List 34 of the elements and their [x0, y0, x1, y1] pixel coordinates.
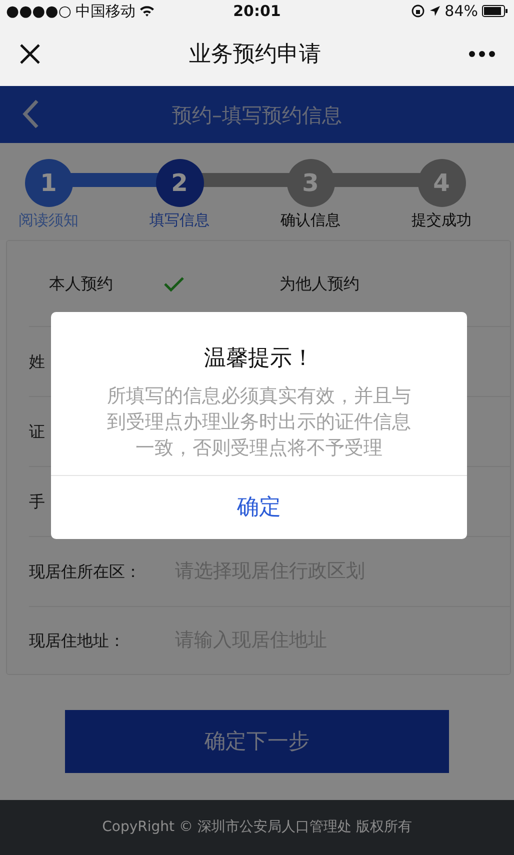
step-label: 填写信息 [150, 210, 210, 231]
dialog-message: 所填写的信息必须真实有效，并且与到受理点办理业务时出示的证件信息一致，否则受理点将不予受理 [106, 384, 412, 461]
close-icon[interactable] [18, 42, 42, 66]
clock-time: 20:01 [233, 2, 281, 20]
step-label: 确认信息 [280, 210, 340, 231]
appointment-selector[interactable]: 本人预约 为他人预约 [7, 241, 510, 326]
field-label: 姓 [29, 352, 45, 370]
page-title: 业务预约申请 [189, 40, 321, 68]
step-label: 提交成功 [412, 210, 472, 231]
battery-icon [482, 5, 508, 17]
confirm-button[interactable]: 确定 [51, 475, 467, 539]
step-circle: 2 [156, 159, 204, 207]
appointment-option[interactable]: 本人预约 [49, 272, 113, 296]
dialog-title: 温馨提示！ [204, 346, 314, 371]
carrier-name: 中国移动 [75, 0, 136, 22]
step-label: 阅读须知 [18, 210, 78, 231]
field-label: 现居住所在区： [29, 562, 141, 580]
header-title: 预约–填写预约信息 [172, 102, 342, 128]
copyright-text: CopyRight © 深圳市公安局人口管理处 版权所有 [102, 818, 412, 837]
back-icon[interactable] [22, 99, 40, 129]
step-circle: 1 [24, 159, 72, 207]
signal-dots: ●●●●○ [6, 0, 72, 22]
battery-percent: 84% [444, 0, 478, 22]
location-arrow-icon [428, 5, 441, 17]
appointment-option[interactable]: 为他人预约 [280, 272, 360, 296]
field-label: 现居住地址： [29, 630, 125, 650]
rotation-lock-icon [410, 4, 425, 18]
more-icon[interactable] [468, 50, 496, 58]
step-circle: 3 [286, 159, 334, 207]
wifi-icon [139, 5, 156, 17]
next-step-button[interactable]: 确定下一步 [65, 710, 449, 773]
field-label: 证 [29, 422, 45, 440]
step-circle: 4 [418, 159, 466, 207]
field-label: 手 [29, 492, 45, 510]
